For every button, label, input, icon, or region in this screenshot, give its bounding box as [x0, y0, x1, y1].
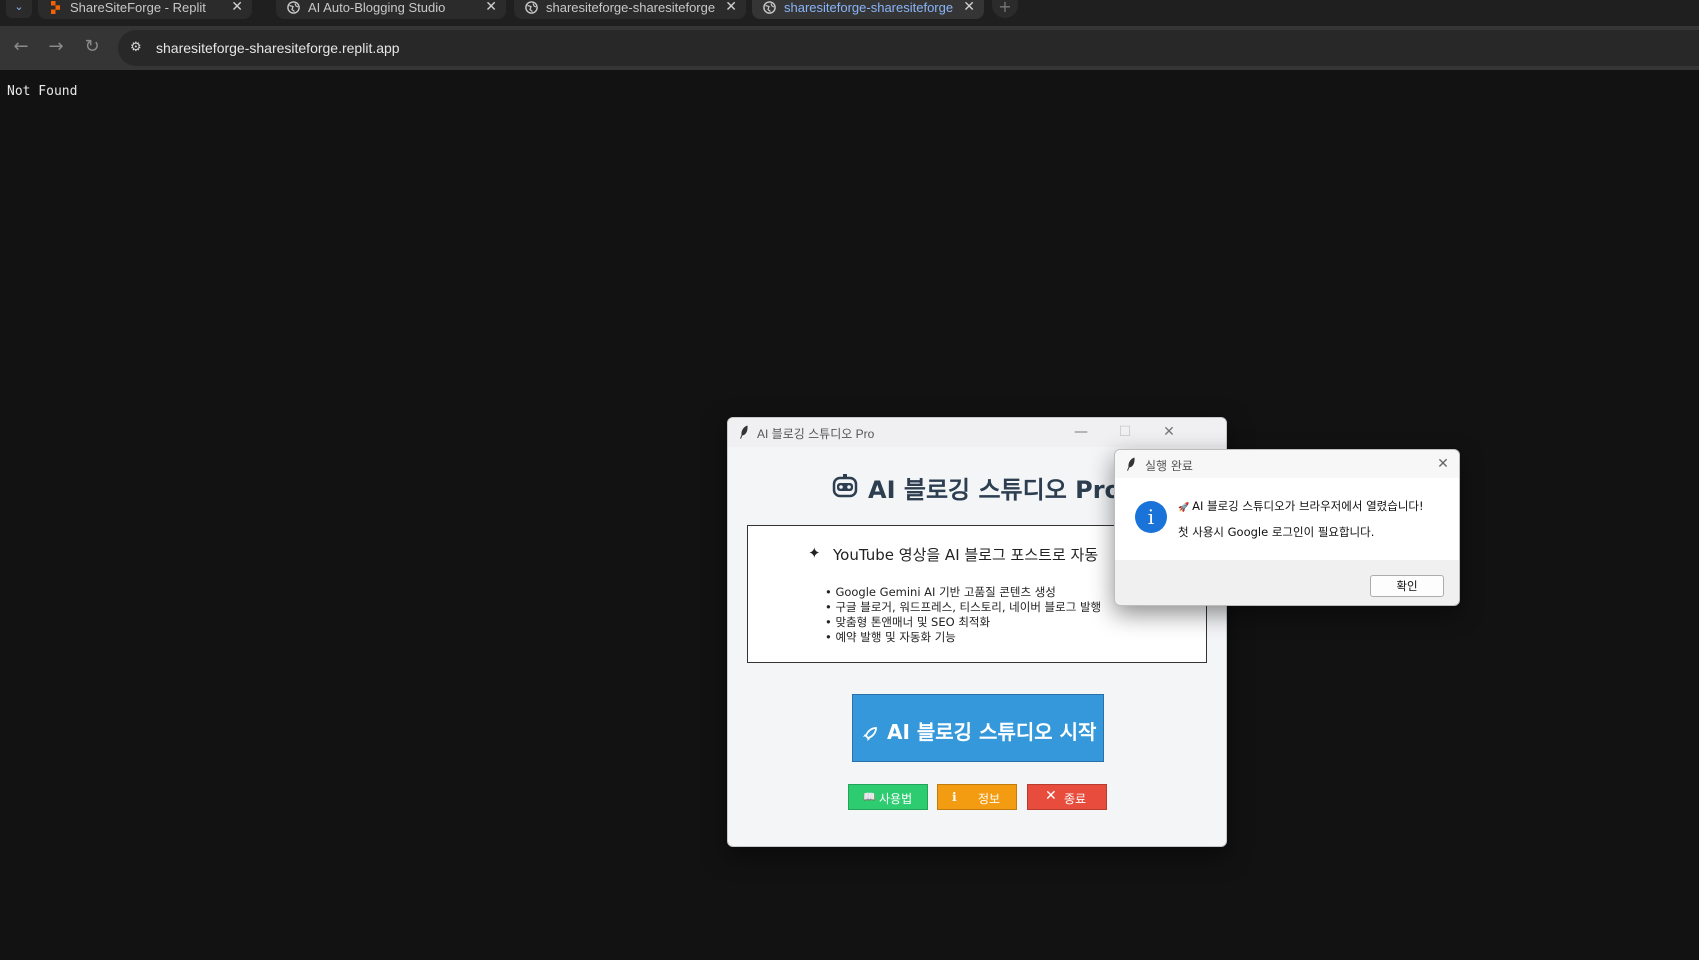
rocket-icon: 🚀	[1178, 503, 1193, 513]
minimize-button[interactable]: —	[1071, 422, 1091, 442]
site-info-icon[interactable]: ⚙	[130, 40, 146, 56]
list-item: Google Gemini AI 기반 고품질 콘텐츠 생성	[825, 585, 1101, 600]
tab-title: sharesiteforge-sharesiteforge.r	[546, 0, 716, 15]
forward-button[interactable]: →	[44, 36, 68, 60]
list-item: 맞춤형 톤앤매너 및 SEO 최적화	[825, 615, 1101, 630]
start-button-label: AI 블로깅 스튜디오 시작	[887, 720, 1097, 744]
list-item: 예약 발행 및 자동화 기능	[825, 630, 1101, 645]
sparkle-icon: ✦	[808, 544, 821, 562]
tab-search-button[interactable]: ⌄	[6, 0, 32, 18]
maximize-button[interactable]: ☐	[1115, 422, 1135, 442]
feather-icon	[1127, 457, 1135, 471]
app-heading: AI 블로깅 스튜디오 Pro	[868, 476, 1122, 504]
replit-icon	[51, 1, 60, 14]
feature-list: Google Gemini AI 기반 고품질 콘텐츠 생성 구글 블로거, 워…	[825, 585, 1101, 645]
app-titlebar: AI 블로깅 스튜디오 Pro — ☐ ✕	[728, 418, 1226, 447]
dialog-title: 실행 완료	[1145, 459, 1193, 473]
globe-icon	[287, 1, 300, 14]
plus-icon: +	[998, 0, 1012, 16]
arrow-left-icon: ←	[13, 36, 29, 57]
info-small-icon: ℹ	[952, 790, 957, 804]
tab-title: AI Auto-Blogging Studio	[308, 0, 446, 15]
close-icon[interactable]: ✕	[725, 0, 737, 15]
reload-icon: ↻	[84, 36, 100, 57]
close-icon[interactable]: ✕	[485, 0, 497, 15]
tab-strip: ⌄ ShareSiteForge - Replit ✕ AI Auto-Blog…	[0, 0, 1699, 26]
dialog-titlebar: 실행 완료 ✕	[1115, 450, 1459, 478]
close-icon[interactable]: ✕	[963, 0, 975, 15]
maximize-icon: ☐	[1118, 424, 1132, 440]
chevron-down-icon: ⌄	[14, 0, 24, 13]
exit-button[interactable]: ✕ 종료	[1027, 784, 1107, 810]
globe-icon	[525, 1, 538, 14]
tab-sharesiteforge-replit[interactable]: ShareSiteForge - Replit ✕	[38, 0, 252, 19]
tab-title: sharesiteforge-sharesiteforge.r	[784, 0, 954, 15]
address-bar[interactable]: ⚙ sharesiteforge-sharesiteforge.replit.a…	[118, 30, 1699, 66]
url-text[interactable]: sharesiteforge-sharesiteforge.replit.app	[156, 30, 400, 66]
tab-sharesiteforge-app-2[interactable]: sharesiteforge-sharesiteforge.r ✕	[752, 0, 984, 19]
globe-icon	[763, 1, 776, 14]
feather-icon	[740, 425, 748, 439]
list-item: 구글 블로거, 워드프레스, 티스토리, 네이버 블로그 발행	[825, 600, 1101, 615]
back-button[interactable]: ←	[9, 36, 33, 60]
reload-button[interactable]: ↻	[80, 36, 104, 60]
dialog-message-line1: 🚀 AI 블로깅 스튜디오가 브라우저에서 열렸습니다!	[1178, 499, 1424, 513]
tab-title: ShareSiteForge - Replit	[70, 0, 206, 15]
close-icon: ✕	[1163, 424, 1175, 440]
close-window-button[interactable]: ✕	[1159, 422, 1179, 442]
start-studio-button[interactable]: AI 블로깅 스튜디오 시작	[852, 694, 1104, 762]
robot-icon	[832, 474, 858, 498]
app-window-title: AI 블로깅 스튜디오 Pro	[757, 427, 875, 441]
page-body-text: Not Found	[7, 84, 78, 99]
close-icon[interactable]: ✕	[231, 0, 243, 15]
dialog-close-button[interactable]: ✕	[1433, 454, 1453, 474]
close-icon: ✕	[1437, 456, 1449, 472]
tab-sharesiteforge-app-1[interactable]: sharesiteforge-sharesiteforge.r ✕	[514, 0, 746, 19]
tab-ai-auto-blogging[interactable]: AI Auto-Blogging Studio ✕	[276, 0, 506, 19]
dialog-body: i 🚀 AI 블로깅 스튜디오가 브라우저에서 열렸습니다! 첫 사용시 Goo…	[1115, 478, 1459, 560]
rocket-icon	[863, 727, 877, 741]
usage-button[interactable]: 📖 사용법	[848, 784, 928, 810]
browser-toolbar: ← → ↻ ⚙ sharesiteforge-sharesiteforge.re…	[0, 26, 1699, 70]
info-button[interactable]: ℹ 정보	[937, 784, 1017, 810]
ok-button[interactable]: 확인	[1370, 575, 1444, 597]
completion-dialog: 실행 완료 ✕ i 🚀 AI 블로깅 스튜디오가 브라우저에서 열렸습니다! 첫…	[1114, 449, 1460, 606]
arrow-right-icon: →	[48, 36, 64, 57]
dialog-message-line2: 첫 사용시 Google 로그인이 필요합니다.	[1178, 525, 1375, 539]
close-icon: ✕	[1045, 788, 1057, 804]
info-icon: i	[1135, 501, 1167, 533]
feature-title: YouTube 영상을 AI 블로그 포스트로 자동	[833, 546, 1099, 564]
minimize-icon: —	[1074, 424, 1088, 440]
new-tab-button[interactable]: +	[992, 0, 1018, 18]
book-icon: 📖	[863, 792, 876, 803]
